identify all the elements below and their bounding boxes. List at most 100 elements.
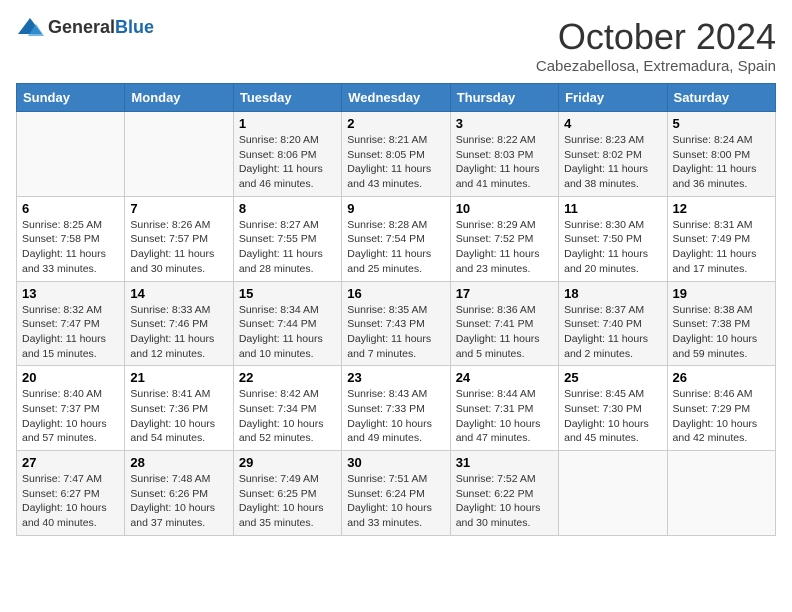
calendar-cell: 17 Sunrise: 8:36 AM Sunset: 7:41 PM Dayli…: [450, 281, 558, 366]
day-detail: Sunrise: 8:42 AM Sunset: 7:34 PM Dayligh…: [239, 387, 336, 446]
calendar-cell: 31 Sunrise: 7:52 AM Sunset: 6:22 PM Dayli…: [450, 451, 558, 536]
day-number: 3: [456, 116, 553, 131]
day-number: 22: [239, 370, 336, 385]
day-detail: Sunrise: 7:47 AM Sunset: 6:27 PM Dayligh…: [22, 472, 119, 531]
calendar-title: October 2024: [536, 16, 776, 58]
logo: GeneralBlue: [16, 16, 154, 38]
weekday-header-monday: Monday: [125, 84, 233, 112]
calendar-cell: 4Sunrise: 8:23 AM Sunset: 8:02 PM Daylig…: [559, 112, 667, 197]
calendar-table: SundayMondayTuesdayWednesdayThursdayFrid…: [16, 83, 776, 536]
day-detail: Sunrise: 8:43 AM Sunset: 7:33 PM Dayligh…: [347, 387, 444, 446]
calendar-cell: 10Sunrise: 8:29 AM Sunset: 7:52 PM Dayli…: [450, 196, 558, 281]
day-number: 15: [239, 286, 336, 301]
calendar-week-2: 6Sunrise: 8:25 AM Sunset: 7:58 PM Daylig…: [17, 196, 776, 281]
day-detail: Sunrise: 8:28 AM Sunset: 7:54 PM Dayligh…: [347, 218, 444, 277]
day-detail: Sunrise: 8:24 AM Sunset: 8:00 PM Dayligh…: [673, 133, 770, 192]
day-detail: Sunrise: 8:40 AM Sunset: 7:37 PM Dayligh…: [22, 387, 119, 446]
day-number: 11: [564, 201, 661, 216]
day-number: 29: [239, 455, 336, 470]
calendar-cell: 19 Sunrise: 8:38 AM Sunset: 7:38 PM Dayli…: [667, 281, 775, 366]
day-number: 26: [673, 370, 770, 385]
day-number: 24: [456, 370, 553, 385]
day-detail: Sunrise: 8:36 AM Sunset: 7:41 PM Dayligh…: [456, 303, 553, 362]
day-detail: Sunrise: 8:46 AM Sunset: 7:29 PM Dayligh…: [673, 387, 770, 446]
calendar-week-5: 27 Sunrise: 7:47 AM Sunset: 6:27 PM Dayli…: [17, 451, 776, 536]
day-number: 12: [673, 201, 770, 216]
calendar-cell: 1 Sunrise: 8:20 AM Sunset: 8:06 PM Daylig…: [233, 112, 341, 197]
calendar-cell: 8 Sunrise: 8:27 AM Sunset: 7:55 PM Daylig…: [233, 196, 341, 281]
day-detail: Sunrise: 8:25 AM Sunset: 7:58 PM Dayligh…: [22, 218, 119, 277]
calendar-cell: 30 Sunrise: 7:51 AM Sunset: 6:24 PM Dayli…: [342, 451, 450, 536]
calendar-cell: [559, 451, 667, 536]
calendar-cell: 12 Sunrise: 8:31 AM Sunset: 7:49 PM Dayli…: [667, 196, 775, 281]
calendar-cell: 18 Sunrise: 8:37 AM Sunset: 7:40 PM Dayli…: [559, 281, 667, 366]
day-detail: Sunrise: 8:31 AM Sunset: 7:49 PM Dayligh…: [673, 218, 770, 277]
day-detail: Sunrise: 8:22 AM Sunset: 8:03 PM Dayligh…: [456, 133, 553, 192]
day-detail: Sunrise: 8:41 AM Sunset: 7:36 PM Dayligh…: [130, 387, 227, 446]
day-number: 25: [564, 370, 661, 385]
day-number: 7: [130, 201, 227, 216]
calendar-week-1: 1 Sunrise: 8:20 AM Sunset: 8:06 PM Daylig…: [17, 112, 776, 197]
logo-text-blue: Blue: [115, 17, 154, 37]
day-detail: Sunrise: 8:21 AM Sunset: 8:05 PM Dayligh…: [347, 133, 444, 192]
calendar-cell: 26 Sunrise: 8:46 AM Sunset: 7:29 PM Dayli…: [667, 366, 775, 451]
calendar-cell: 23Sunrise: 8:43 AM Sunset: 7:33 PM Dayli…: [342, 366, 450, 451]
calendar-cell: [667, 451, 775, 536]
day-number: 21: [130, 370, 227, 385]
day-number: 4: [564, 116, 661, 131]
weekday-header-saturday: Saturday: [667, 84, 775, 112]
day-detail: Sunrise: 7:51 AM Sunset: 6:24 PM Dayligh…: [347, 472, 444, 531]
day-detail: Sunrise: 7:52 AM Sunset: 6:22 PM Dayligh…: [456, 472, 553, 531]
day-number: 10: [456, 201, 553, 216]
calendar-cell: 16Sunrise: 8:35 AM Sunset: 7:43 PM Dayli…: [342, 281, 450, 366]
calendar-cell: 22 Sunrise: 8:42 AM Sunset: 7:34 PM Dayli…: [233, 366, 341, 451]
calendar-cell: 13 Sunrise: 8:32 AM Sunset: 7:47 PM Dayli…: [17, 281, 125, 366]
calendar-week-4: 20 Sunrise: 8:40 AM Sunset: 7:37 PM Dayli…: [17, 366, 776, 451]
logo-icon: [16, 16, 44, 38]
day-number: 30: [347, 455, 444, 470]
weekday-header-tuesday: Tuesday: [233, 84, 341, 112]
day-number: 31: [456, 455, 553, 470]
calendar-cell: 29Sunrise: 7:49 AM Sunset: 6:25 PM Dayli…: [233, 451, 341, 536]
day-detail: Sunrise: 8:26 AM Sunset: 7:57 PM Dayligh…: [130, 218, 227, 277]
day-number: 17: [456, 286, 553, 301]
calendar-cell: 3 Sunrise: 8:22 AM Sunset: 8:03 PM Daylig…: [450, 112, 558, 197]
day-detail: Sunrise: 8:44 AM Sunset: 7:31 PM Dayligh…: [456, 387, 553, 446]
calendar-cell: 25Sunrise: 8:45 AM Sunset: 7:30 PM Dayli…: [559, 366, 667, 451]
calendar-header: SundayMondayTuesdayWednesdayThursdayFrid…: [17, 84, 776, 112]
day-number: 5: [673, 116, 770, 131]
day-detail: Sunrise: 8:33 AM Sunset: 7:46 PM Dayligh…: [130, 303, 227, 362]
day-detail: Sunrise: 7:48 AM Sunset: 6:26 PM Dayligh…: [130, 472, 227, 531]
calendar-cell: 27 Sunrise: 7:47 AM Sunset: 6:27 PM Dayli…: [17, 451, 125, 536]
day-number: 13: [22, 286, 119, 301]
calendar-cell: 2Sunrise: 8:21 AM Sunset: 8:05 PM Daylig…: [342, 112, 450, 197]
day-number: 28: [130, 455, 227, 470]
day-number: 1: [239, 116, 336, 131]
weekday-header-thursday: Thursday: [450, 84, 558, 112]
day-detail: Sunrise: 8:37 AM Sunset: 7:40 PM Dayligh…: [564, 303, 661, 362]
day-detail: Sunrise: 8:38 AM Sunset: 7:38 PM Dayligh…: [673, 303, 770, 362]
calendar-cell: 9 Sunrise: 8:28 AM Sunset: 7:54 PM Daylig…: [342, 196, 450, 281]
day-number: 9: [347, 201, 444, 216]
day-detail: Sunrise: 8:32 AM Sunset: 7:47 PM Dayligh…: [22, 303, 119, 362]
page-header: GeneralBlue October 2024 Cabezabellosa, …: [16, 16, 776, 75]
day-detail: Sunrise: 8:20 AM Sunset: 8:06 PM Dayligh…: [239, 133, 336, 192]
day-number: 20: [22, 370, 119, 385]
day-number: 27: [22, 455, 119, 470]
calendar-cell: [17, 112, 125, 197]
day-detail: Sunrise: 8:27 AM Sunset: 7:55 PM Dayligh…: [239, 218, 336, 277]
day-number: 18: [564, 286, 661, 301]
calendar-location: Cabezabellosa, Extremadura, Spain: [536, 58, 776, 75]
day-number: 19: [673, 286, 770, 301]
day-detail: Sunrise: 8:30 AM Sunset: 7:50 PM Dayligh…: [564, 218, 661, 277]
day-number: 8: [239, 201, 336, 216]
calendar-cell: 28 Sunrise: 7:48 AM Sunset: 6:26 PM Dayli…: [125, 451, 233, 536]
title-block: October 2024 Cabezabellosa, Extremadura,…: [536, 16, 776, 75]
day-detail: Sunrise: 8:34 AM Sunset: 7:44 PM Dayligh…: [239, 303, 336, 362]
calendar-cell: 20 Sunrise: 8:40 AM Sunset: 7:37 PM Dayli…: [17, 366, 125, 451]
calendar-week-3: 13 Sunrise: 8:32 AM Sunset: 7:47 PM Dayli…: [17, 281, 776, 366]
weekday-header-wednesday: Wednesday: [342, 84, 450, 112]
calendar-cell: [125, 112, 233, 197]
calendar-cell: 15 Sunrise: 8:34 AM Sunset: 7:44 PM Dayli…: [233, 281, 341, 366]
calendar-cell: 14Sunrise: 8:33 AM Sunset: 7:46 PM Dayli…: [125, 281, 233, 366]
